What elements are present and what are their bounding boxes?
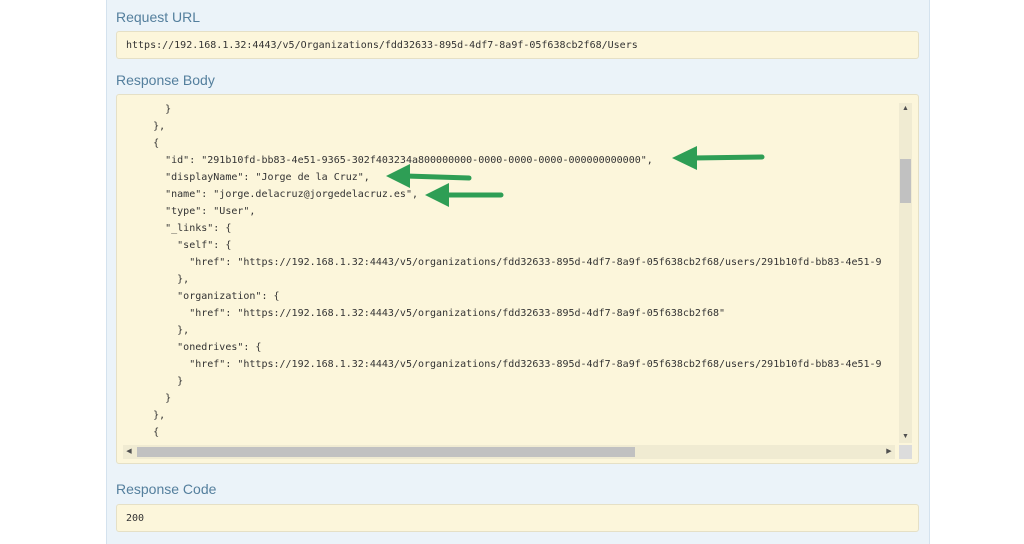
response-code-title: Response Code — [116, 481, 217, 497]
scroll-right-icon[interactable]: ▶ — [883, 445, 895, 459]
scroll-left-icon[interactable]: ◀ — [123, 445, 135, 459]
vertical-scrollbar[interactable]: ▲ ▼ — [899, 103, 912, 443]
scroll-up-icon[interactable]: ▲ — [899, 103, 912, 115]
horizontal-scroll-thumb[interactable] — [137, 447, 635, 457]
response-body-json: } }, { "id": "291b10fd-bb83-4e51-9365-30… — [153, 104, 882, 438]
response-code-field: 200 — [116, 504, 919, 532]
api-response-panel: Request URL https://192.168.1.32:4443/v5… — [106, 0, 930, 544]
horizontal-scrollbar[interactable]: ◀ ▶ — [123, 445, 895, 459]
request-url-field[interactable]: https://192.168.1.32:4443/v5/Organizatio… — [116, 31, 919, 59]
scroll-down-icon[interactable]: ▼ — [899, 431, 912, 443]
request-url-title: Request URL — [116, 9, 201, 25]
response-body-title: Response Body — [116, 72, 215, 88]
response-body-code-area[interactable]: } }, { "id": "291b10fd-bb83-4e51-9365-30… — [129, 101, 897, 441]
vertical-scroll-thumb[interactable] — [900, 159, 911, 203]
response-body-box[interactable]: } }, { "id": "291b10fd-bb83-4e51-9365-30… — [116, 94, 919, 464]
scrollbar-corner — [899, 445, 912, 459]
